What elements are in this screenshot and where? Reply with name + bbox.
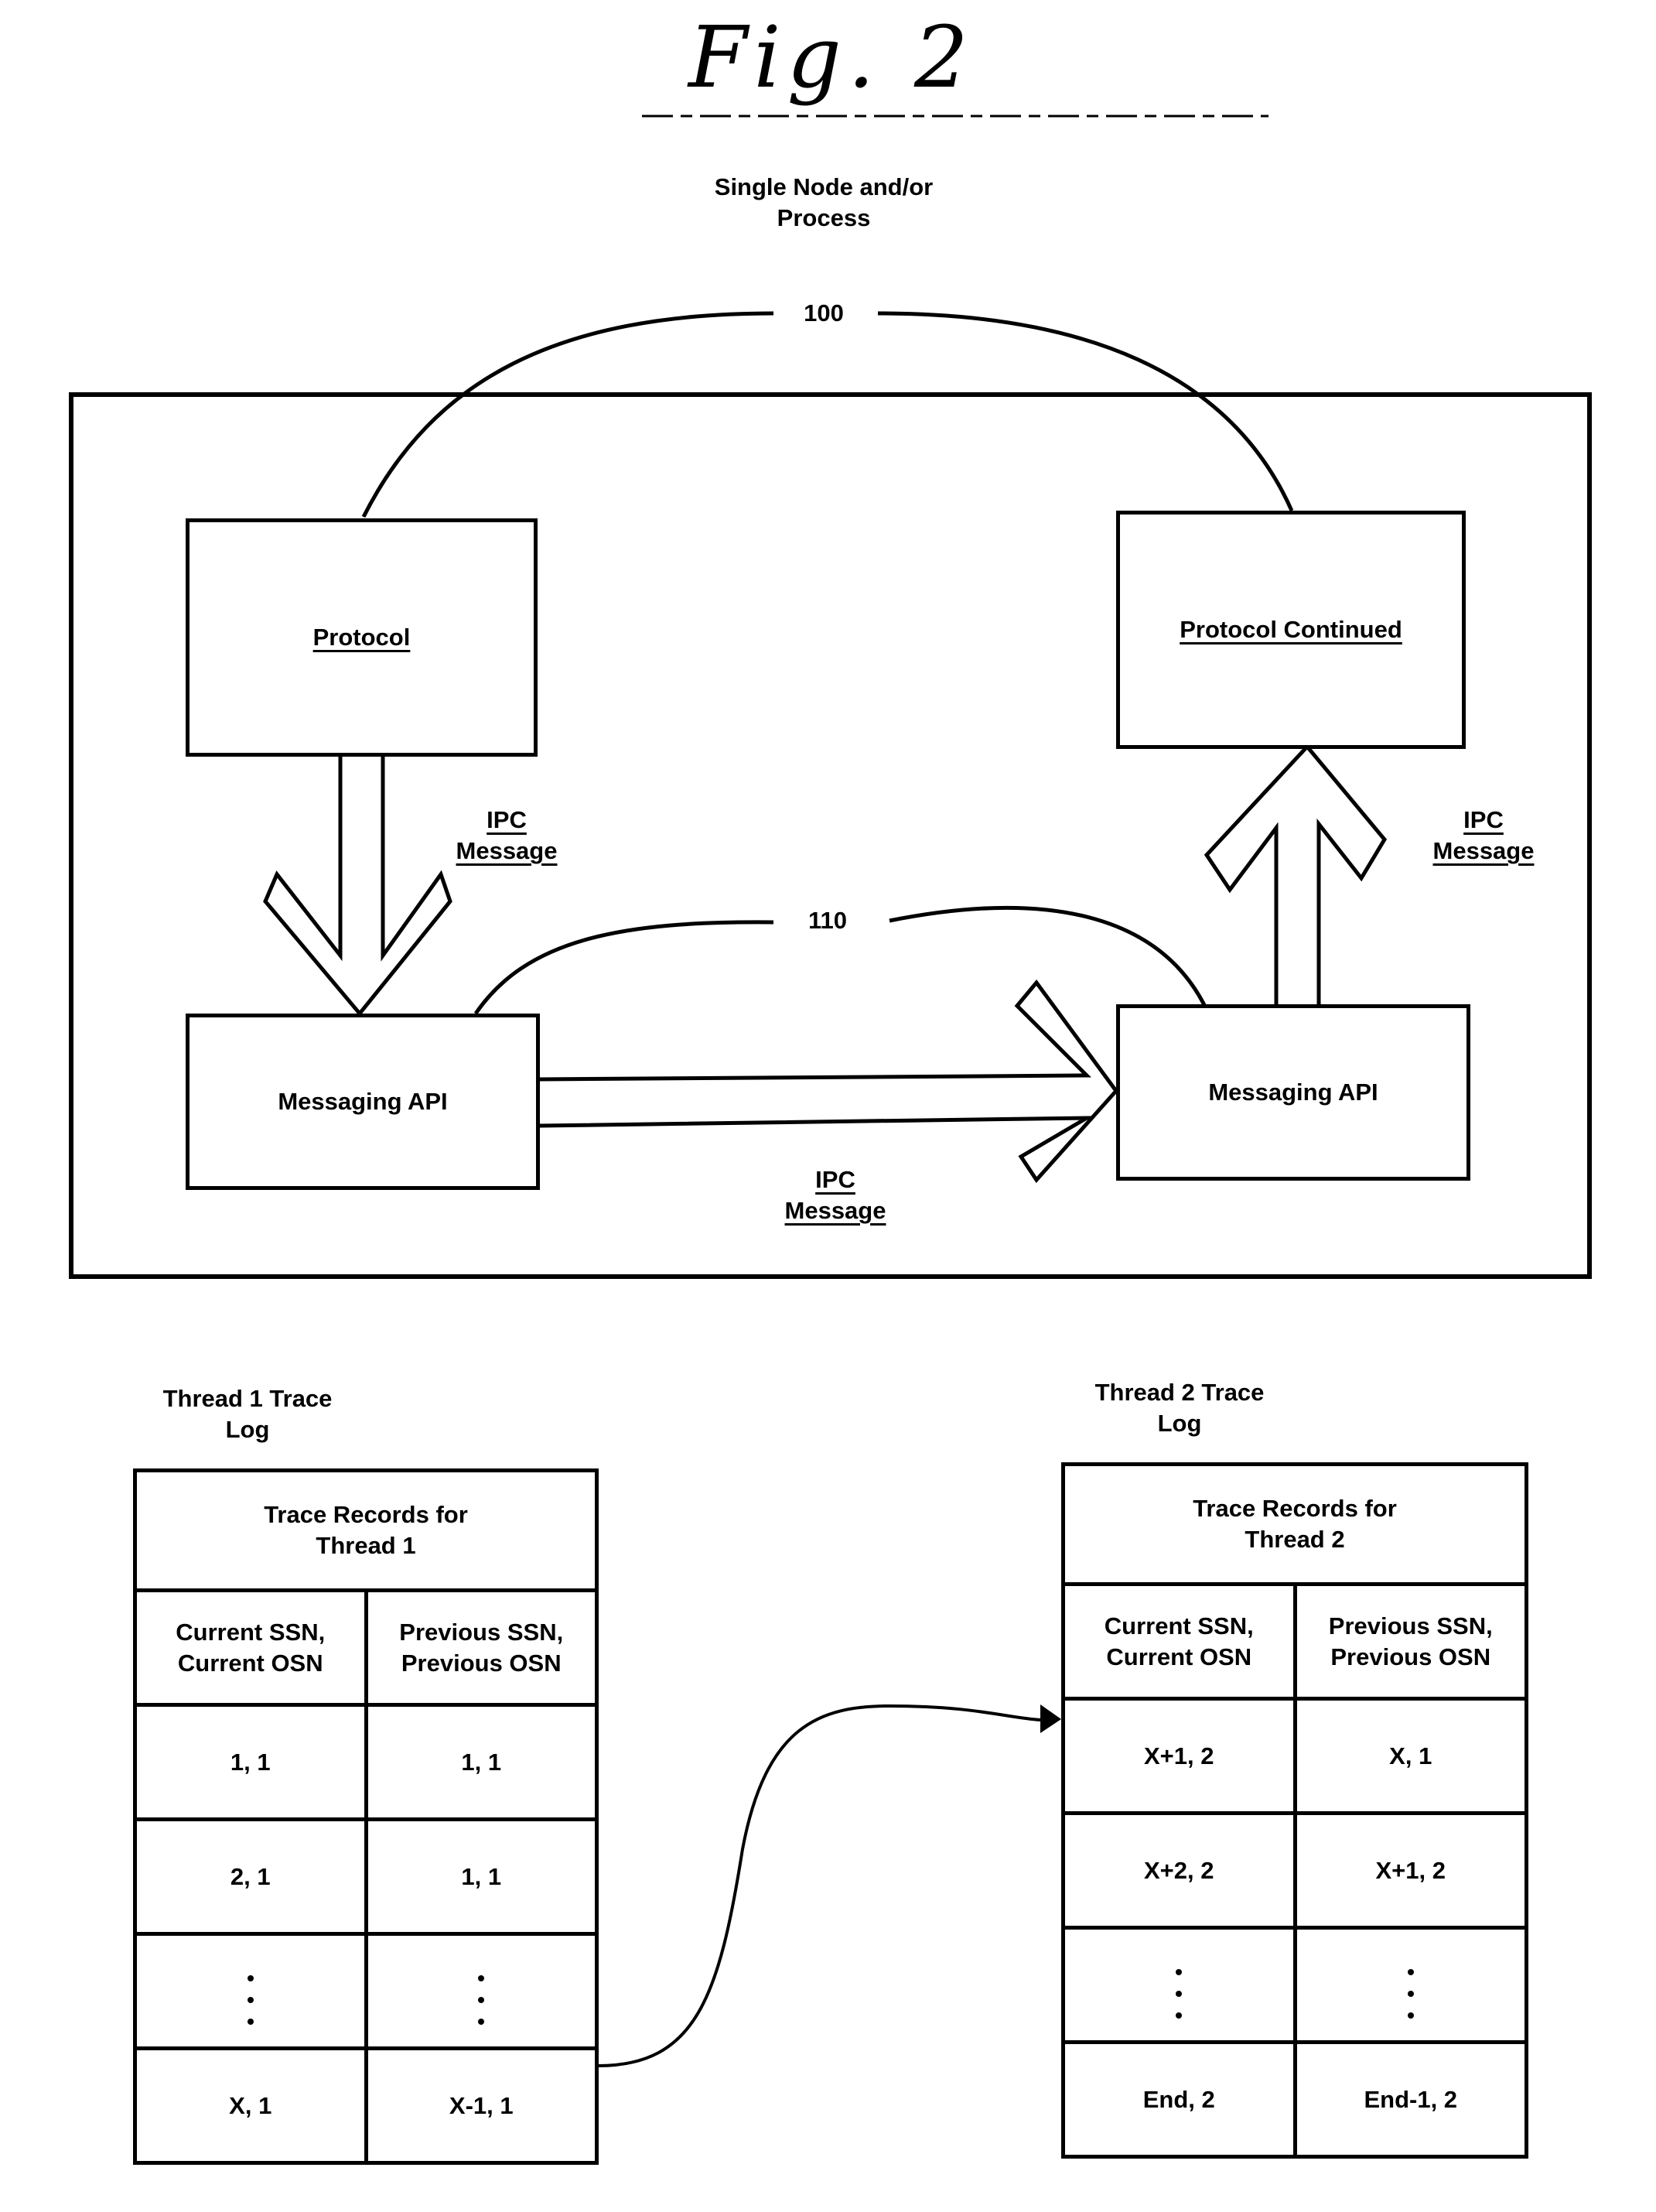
table-row-ellipsis bbox=[133, 1932, 599, 2050]
ref-110-label: 110 bbox=[808, 907, 848, 934]
thread1-cell-current: 2, 1 bbox=[133, 1817, 368, 1936]
ipc-arrow-up bbox=[1204, 744, 1388, 1006]
thread2-cell-current: X+2, 2 bbox=[1061, 1811, 1297, 1930]
thread2-caption-line1: Thread 2 Trace bbox=[1094, 1379, 1265, 1406]
heading-line1: Single Node and/or bbox=[714, 173, 934, 200]
thread2-col1-line1: Current SSN, bbox=[1104, 1612, 1254, 1639]
thread-link-curve bbox=[597, 1704, 1041, 2067]
diagram-heading: Single Node and/or Process bbox=[715, 172, 933, 234]
ipc-label-down: IPC Message bbox=[456, 805, 558, 867]
thread1-trace-table: Trace Records for Thread 1 Current SSN, … bbox=[133, 1468, 599, 2165]
table-row: X+1, 2 X, 1 bbox=[1061, 1697, 1528, 1815]
thread2-cell-current: End, 2 bbox=[1061, 2040, 1297, 2159]
ipc-label-up: IPC Message bbox=[1433, 805, 1535, 867]
thread2-caption-line2: Log bbox=[1157, 1410, 1202, 1437]
messaging-api-left-label: Messaging API bbox=[278, 1088, 448, 1115]
table-row: 1, 1 1, 1 bbox=[133, 1703, 599, 1821]
thread1-title-line2: Thread 1 bbox=[316, 1532, 416, 1559]
ipc-label-down-line2: Message bbox=[456, 837, 558, 864]
thread2-trace-table: Trace Records for Thread 2 Current SSN, … bbox=[1061, 1462, 1528, 2159]
thread1-title-row: Trace Records for Thread 1 bbox=[133, 1468, 599, 1592]
ref-100-label: 100 bbox=[804, 299, 844, 327]
ref-110-bracket-left bbox=[473, 920, 774, 1015]
thread1-col1-line1: Current SSN, bbox=[176, 1618, 326, 1646]
thread1-cell-current: 1, 1 bbox=[133, 1703, 368, 1821]
messaging-api-left-box: Messaging API bbox=[186, 1014, 540, 1190]
ipc-label-up-line2: Message bbox=[1432, 837, 1535, 864]
vertical-ellipsis-icon bbox=[478, 1974, 485, 2025]
table-row-ellipsis bbox=[1061, 1926, 1528, 2044]
vertical-ellipsis-icon bbox=[247, 1974, 254, 2025]
thread1-caption-line2: Log bbox=[225, 1416, 270, 1443]
ipc-label-right: IPC Message bbox=[785, 1164, 886, 1226]
thread1-col1-line2: Current OSN bbox=[177, 1649, 323, 1677]
protocol-continued-box: Protocol Continued bbox=[1116, 511, 1466, 749]
thread1-header-row: Current SSN, Current OSN Previous SSN, P… bbox=[133, 1588, 599, 1707]
ipc-arrow-right bbox=[538, 979, 1119, 1184]
table-row: End, 2 End-1, 2 bbox=[1061, 2040, 1528, 2159]
thread-link-arrowhead bbox=[1040, 1704, 1061, 1733]
thread2-cell-previous: End-1, 2 bbox=[1292, 2040, 1528, 2159]
messaging-api-right-label: Messaging API bbox=[1208, 1079, 1378, 1106]
protocol-continued-label: Protocol Continued bbox=[1180, 616, 1402, 643]
thread2-col2-line2: Previous OSN bbox=[1330, 1643, 1491, 1670]
ref-100-bracket-left bbox=[361, 311, 774, 518]
protocol-box: Protocol bbox=[186, 518, 538, 757]
thread2-col1-line2: Current OSN bbox=[1106, 1643, 1252, 1670]
thread2-table-title: Trace Records for Thread 2 bbox=[1061, 1462, 1528, 1586]
thread2-ellipsis-current bbox=[1061, 1926, 1297, 2044]
table-row: X+2, 2 X+1, 2 bbox=[1061, 1811, 1528, 1930]
thread1-col-current-header: Current SSN, Current OSN bbox=[133, 1588, 368, 1707]
messaging-api-right-box: Messaging API bbox=[1116, 1004, 1470, 1181]
thread2-col2-line1: Previous SSN, bbox=[1328, 1612, 1493, 1639]
ipc-arrow-down bbox=[263, 754, 452, 1017]
thread1-cell-previous: 1, 1 bbox=[364, 1817, 599, 1936]
ipc-label-up-line1: IPC bbox=[1463, 806, 1504, 833]
thread1-ellipsis-current bbox=[133, 1932, 368, 2050]
ipc-label-right-line1: IPC bbox=[815, 1166, 855, 1193]
thread2-cell-current: X+1, 2 bbox=[1061, 1697, 1297, 1815]
thread2-cell-previous: X, 1 bbox=[1292, 1697, 1528, 1815]
thread2-title-line2: Thread 2 bbox=[1245, 1526, 1345, 1553]
thread1-ellipsis-previous bbox=[364, 1932, 599, 2050]
thread2-header-row: Current SSN, Current OSN Previous SSN, P… bbox=[1061, 1582, 1528, 1701]
thread2-ellipsis-previous bbox=[1292, 1926, 1528, 2044]
thread1-cell-current: X, 1 bbox=[133, 2046, 368, 2165]
thread1-cell-previous: 1, 1 bbox=[364, 1703, 599, 1821]
heading-line2: Process bbox=[777, 204, 871, 231]
thread1-col2-line2: Previous OSN bbox=[401, 1649, 562, 1677]
thread2-col-current-header: Current SSN, Current OSN bbox=[1061, 1582, 1297, 1701]
protocol-label: Protocol bbox=[312, 624, 411, 651]
thread1-col-previous-header: Previous SSN, Previous OSN bbox=[364, 1588, 599, 1707]
thread2-cell-previous: X+1, 2 bbox=[1292, 1811, 1528, 1930]
vertical-ellipsis-icon bbox=[1176, 1968, 1183, 2019]
ipc-label-down-line1: IPC bbox=[487, 806, 527, 833]
table-row: X, 1 X-1, 1 bbox=[133, 2046, 599, 2165]
ref-110-bracket-right bbox=[889, 905, 1209, 1011]
thread1-table-title: Trace Records for Thread 1 bbox=[133, 1468, 599, 1592]
table-row: 2, 1 1, 1 bbox=[133, 1817, 599, 1936]
thread1-cell-previous: X-1, 1 bbox=[364, 2046, 599, 2165]
ref-100-bracket-right bbox=[877, 311, 1294, 512]
thread2-title-line1: Trace Records for bbox=[1193, 1495, 1397, 1522]
thread1-caption-line1: Thread 1 Trace bbox=[162, 1385, 333, 1412]
thread1-col2-line1: Previous SSN, bbox=[399, 1618, 564, 1646]
thread1-title-line1: Trace Records for bbox=[264, 1501, 468, 1528]
thread2-col-previous-header: Previous SSN, Previous OSN bbox=[1292, 1582, 1528, 1701]
vertical-ellipsis-icon bbox=[1407, 1968, 1414, 2019]
thread2-caption: Thread 2 Trace Log bbox=[1095, 1377, 1265, 1439]
thread2-title-row: Trace Records for Thread 2 bbox=[1061, 1462, 1528, 1586]
thread1-caption: Thread 1 Trace Log bbox=[163, 1383, 333, 1445]
ipc-label-right-line2: Message bbox=[784, 1197, 886, 1224]
